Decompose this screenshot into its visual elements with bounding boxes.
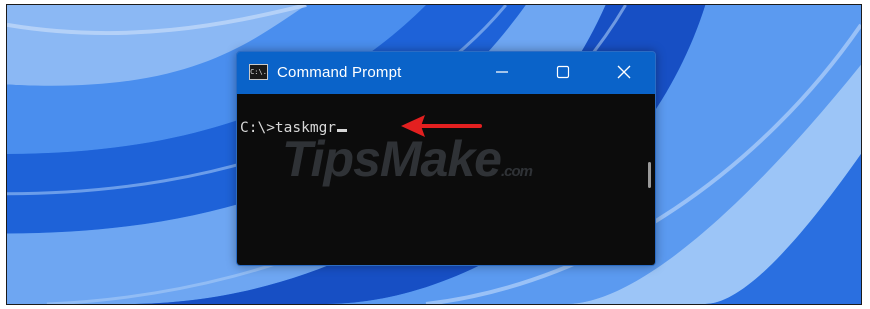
close-icon: [617, 65, 631, 79]
maximize-button[interactable]: [543, 58, 583, 86]
red-arrow-annotation: [401, 115, 482, 137]
minimize-icon: [496, 71, 508, 73]
scrollbar-thumb[interactable]: [648, 162, 651, 188]
title-bar[interactable]: C:\. Command Prompt: [237, 52, 655, 94]
minimize-button[interactable]: [482, 58, 522, 86]
command-line: C:\>taskmgr: [240, 120, 348, 136]
window-title: Command Prompt: [277, 64, 402, 81]
close-button[interactable]: [604, 58, 644, 86]
cmd-app-icon: C:\.: [249, 64, 268, 80]
typed-command: taskmgr: [274, 120, 337, 136]
command-prompt-window[interactable]: C:\. Command Prompt C:\>taskmgr: [236, 51, 656, 266]
prompt-path: C:\>: [240, 120, 275, 136]
maximize-icon: [556, 65, 570, 79]
text-cursor: [337, 129, 348, 132]
